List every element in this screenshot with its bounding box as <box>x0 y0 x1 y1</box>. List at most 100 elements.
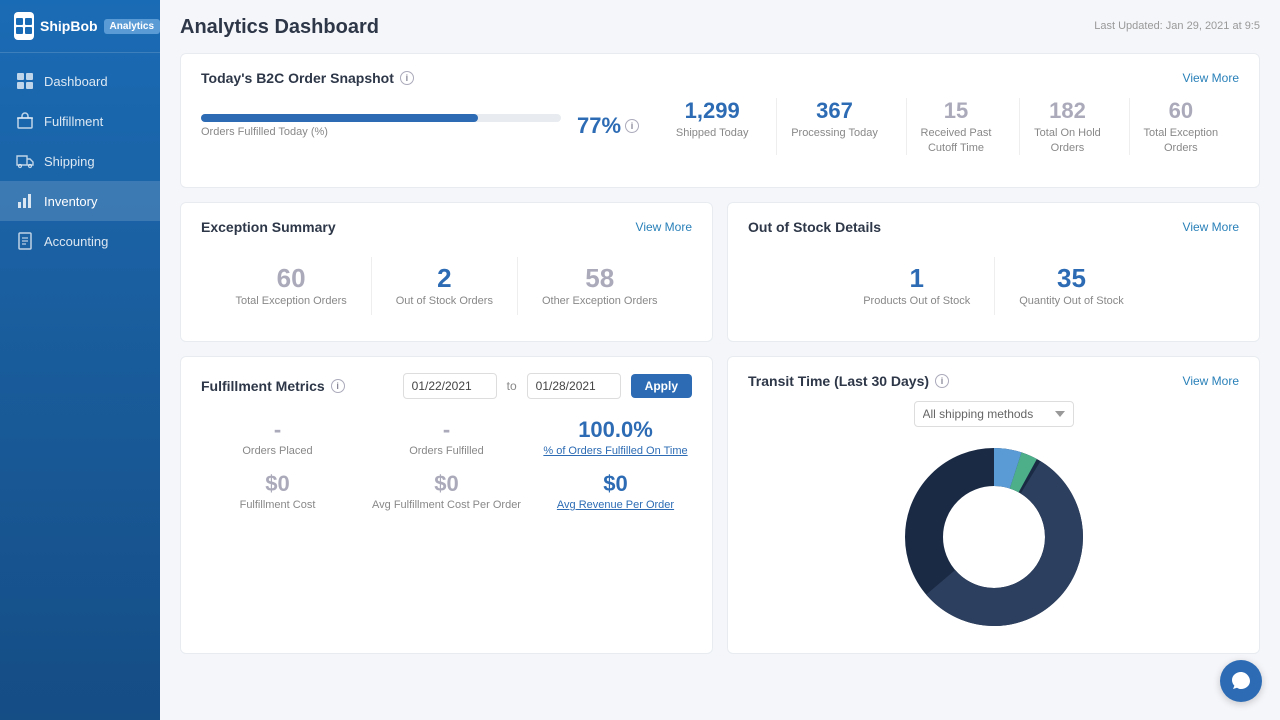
fm-avg-cost-value: $0 <box>370 473 523 495</box>
sidebar-item-fulfillment[interactable]: Fulfillment <box>0 101 160 141</box>
fm-card-header: Fulfillment Metrics i to Apply <box>201 373 692 399</box>
stat-value-processing: 367 <box>791 98 878 124</box>
stat-label-shipped: Shipped Today <box>676 126 749 140</box>
exception-out-of-stock: 2 Out of Stock Orders <box>372 257 518 315</box>
page-title: Analytics Dashboard <box>180 16 379 39</box>
sidebar-label-fulfillment: Fulfillment <box>44 114 103 129</box>
sidebar-label-shipping: Shipping <box>44 154 95 169</box>
oos-quantity-label: Quantity Out of Stock <box>1019 295 1124 307</box>
stat-item-shipped: 1,299 Shipped Today <box>662 98 763 155</box>
shipbob-logo-icon <box>14 12 34 40</box>
exception-oos-value: 2 <box>396 265 493 291</box>
stat-label-exception: Total ExceptionOrders <box>1144 126 1219 155</box>
snapshot-progress-row: Orders Fulfilled Today (%) 77% i 1,299 S… <box>201 98 1239 155</box>
fm-stat-orders-fulfilled: - Orders Fulfilled <box>370 419 523 457</box>
stat-item-past-cutoff: 15 Received PastCutoff Time <box>906 98 1006 155</box>
fm-stats-grid: - Orders Placed - Orders Fulfilled 100.0… <box>201 419 692 511</box>
exception-other-label: Other Exception Orders <box>542 295 658 307</box>
out-of-stock-card: Out of Stock Details View More 1 Product… <box>727 202 1260 342</box>
exception-total: 60 Total Exception Orders <box>211 257 371 315</box>
fm-stat-orders-placed: - Orders Placed <box>201 419 354 457</box>
snapshot-card-title: Today's B2C Order Snapshot i <box>201 70 414 86</box>
oos-card-header: Out of Stock Details View More <box>748 219 1239 235</box>
stat-value-shipped: 1,299 <box>676 98 749 124</box>
fm-cost-label: Fulfillment Cost <box>201 499 354 511</box>
two-col-row-1: Exception Summary View More 60 Total Exc… <box>180 202 1260 342</box>
stat-item-processing: 367 Processing Today <box>776 98 892 155</box>
fm-apply-button[interactable]: Apply <box>631 374 692 398</box>
fm-pct-ontime-value: 100.0% <box>539 419 692 441</box>
stat-label-on-hold: Total On HoldOrders <box>1034 126 1101 155</box>
fm-orders-placed-value: - <box>201 419 354 441</box>
main-content: Analytics Dashboard Last Updated: Jan 29… <box>160 0 1280 720</box>
fm-stat-cost: $0 Fulfillment Cost <box>201 473 354 511</box>
sidebar-item-accounting[interactable]: Accounting <box>0 221 160 261</box>
analytics-badge: Analytics <box>104 19 160 34</box>
snapshot-info-icon[interactable]: i <box>400 71 414 85</box>
exception-summary-card: Exception Summary View More 60 Total Exc… <box>180 202 713 342</box>
fm-date-to[interactable] <box>527 373 621 399</box>
snapshot-view-more[interactable]: View More <box>1183 71 1239 85</box>
pct-info-icon[interactable]: i <box>625 119 639 133</box>
fm-date-controls: to Apply <box>403 373 692 399</box>
box-icon <box>16 112 34 130</box>
stat-item-on-hold: 182 Total On HoldOrders <box>1019 98 1115 155</box>
oos-quantity-value: 35 <box>1019 265 1124 291</box>
transit-time-card: Transit Time (Last 30 Days) i View More … <box>727 356 1260 654</box>
snapshot-card: Today's B2C Order Snapshot i View More O… <box>180 53 1260 188</box>
fm-avg-revenue-value: $0 <box>539 473 692 495</box>
shipbob-wordmark: ShipBob <box>40 18 98 34</box>
fm-orders-placed-label: Orders Placed <box>201 445 354 457</box>
fm-stat-pct-ontime: 100.0% % of Orders Fulfilled On Time <box>539 419 692 457</box>
sidebar-item-dashboard[interactable]: Dashboard <box>0 61 160 101</box>
fm-orders-fulfilled-label: Orders Fulfilled <box>370 445 523 457</box>
stat-value-on-hold: 182 <box>1034 98 1101 124</box>
transit-view-more[interactable]: View More <box>1183 374 1239 388</box>
fm-date-sep: to <box>507 379 517 393</box>
chat-icon <box>1230 670 1252 692</box>
sidebar-item-shipping[interactable]: Shipping <box>0 141 160 181</box>
stat-label-processing: Processing Today <box>791 126 878 140</box>
snapshot-card-header: Today's B2C Order Snapshot i View More <box>201 70 1239 86</box>
fm-orders-fulfilled-value: - <box>370 419 523 441</box>
fab-button[interactable] <box>1220 660 1262 702</box>
exception-total-value: 60 <box>235 265 346 291</box>
shipping-methods-select[interactable]: All shipping methods <box>914 401 1074 427</box>
truck-icon <box>16 152 34 170</box>
transit-card-title: Transit Time (Last 30 Days) i <box>748 373 949 389</box>
sidebar-nav: Dashboard Fulfillment Shipping <box>0 53 160 261</box>
progress-bar-wrap: Orders Fulfilled Today (%) <box>201 114 561 138</box>
progress-bar-fill <box>201 114 478 122</box>
fm-avg-cost-label: Avg Fulfillment Cost Per Order <box>370 499 523 511</box>
chart-bar-icon <box>16 192 34 210</box>
exception-summary-view-more[interactable]: View More <box>636 220 692 234</box>
oos-quantity: 35 Quantity Out of Stock <box>995 257 1148 315</box>
fulfillment-metrics-card: Fulfillment Metrics i to Apply - Orders … <box>180 356 713 654</box>
donut-chart <box>894 437 1094 637</box>
exception-other-value: 58 <box>542 265 658 291</box>
fm-date-from[interactable] <box>403 373 497 399</box>
transit-info-icon[interactable]: i <box>935 374 949 388</box>
fm-card-title: Fulfillment Metrics i <box>201 378 345 394</box>
fm-avg-revenue-label[interactable]: Avg Revenue Per Order <box>539 499 692 511</box>
stat-value-exception: 60 <box>1144 98 1219 124</box>
exception-other: 58 Other Exception Orders <box>518 257 682 315</box>
stat-value-past-cutoff: 15 <box>921 98 992 124</box>
exception-metric-row: 60 Total Exception Orders 2 Out of Stock… <box>201 247 692 325</box>
page-header: Analytics Dashboard Last Updated: Jan 29… <box>180 16 1260 39</box>
fm-stat-avg-cost: $0 Avg Fulfillment Cost Per Order <box>370 473 523 511</box>
exception-oos-label: Out of Stock Orders <box>396 295 493 307</box>
oos-card-title: Out of Stock Details <box>748 219 881 235</box>
oos-view-more[interactable]: View More <box>1183 220 1239 234</box>
two-col-row-2: Fulfillment Metrics i to Apply - Orders … <box>180 356 1260 654</box>
sidebar: ShipBob Analytics Dashboard Fulfillment <box>0 0 160 720</box>
sidebar-logo: ShipBob Analytics <box>0 0 160 53</box>
snapshot-stats: 1,299 Shipped Today 367 Processing Today… <box>655 98 1239 155</box>
oos-products: 1 Products Out of Stock <box>839 257 995 315</box>
pct-value: 77% i <box>577 113 639 139</box>
fm-info-icon[interactable]: i <box>331 379 345 393</box>
sidebar-item-inventory[interactable]: Inventory <box>0 181 160 221</box>
last-updated: Last Updated: Jan 29, 2021 at 9:5 <box>1094 20 1260 32</box>
oos-products-value: 1 <box>863 265 970 291</box>
fm-pct-ontime-label[interactable]: % of Orders Fulfilled On Time <box>539 445 692 457</box>
